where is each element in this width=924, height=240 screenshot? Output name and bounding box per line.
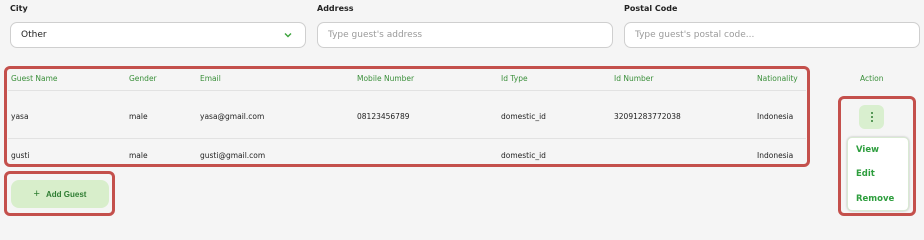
header-id-type: Id Type xyxy=(501,74,528,83)
address-input[interactable]: Type guest's address xyxy=(317,22,613,48)
header-mobile-number: Mobile Number xyxy=(357,74,415,83)
header-email: Email xyxy=(200,74,221,83)
cell-guest-name: gusti xyxy=(11,151,30,160)
cell-gender: male xyxy=(129,151,148,160)
header-id-number: Id Number xyxy=(614,74,654,83)
add-guest-label: Add Guest xyxy=(45,189,87,199)
kebab-menu-icon xyxy=(870,111,873,123)
menu-item-edit[interactable]: Edit xyxy=(856,169,875,179)
cell-nationality: Indonesia xyxy=(757,112,794,121)
row-actions-button[interactable] xyxy=(859,105,884,129)
menu-item-view[interactable]: View xyxy=(856,145,879,155)
row-actions-menu: View Edit Remove xyxy=(847,137,909,211)
add-guest-button[interactable]: + Add Guest xyxy=(11,180,109,208)
cell-email: yasa@gmail.com xyxy=(200,112,265,121)
cell-guest-name: yasa xyxy=(11,112,29,121)
postal-code-label: Postal Code xyxy=(624,4,678,13)
cell-id-number: 32091283772038 xyxy=(614,112,681,121)
cell-mobile-number: 08123456789 xyxy=(357,112,410,121)
cell-nationality: Indonesia xyxy=(757,151,794,160)
cell-id-type: domestic_id xyxy=(501,151,546,160)
city-select[interactable]: Other xyxy=(10,22,306,48)
plus-icon: + xyxy=(33,188,40,200)
postal-code-placeholder: Type guest's postal code... xyxy=(635,30,755,40)
cell-email: gusti@gmail.com xyxy=(200,151,266,160)
header-nationality: Nationality xyxy=(757,74,798,83)
menu-item-remove[interactable]: Remove xyxy=(856,194,894,204)
header-guest-name: Guest Name xyxy=(11,74,58,83)
cell-gender: male xyxy=(129,112,148,121)
city-label: City xyxy=(10,4,28,13)
address-label: Address xyxy=(317,4,354,13)
header-gender: Gender xyxy=(129,74,157,83)
city-value: Other xyxy=(21,30,47,40)
address-placeholder: Type guest's address xyxy=(328,30,423,40)
postal-code-input[interactable]: Type guest's postal code... xyxy=(624,22,920,48)
header-divider xyxy=(8,90,806,91)
header-action: Action xyxy=(860,74,884,83)
cell-id-type: domestic_id xyxy=(501,112,546,121)
row-divider xyxy=(8,138,806,139)
chevron-down-icon xyxy=(284,33,292,38)
